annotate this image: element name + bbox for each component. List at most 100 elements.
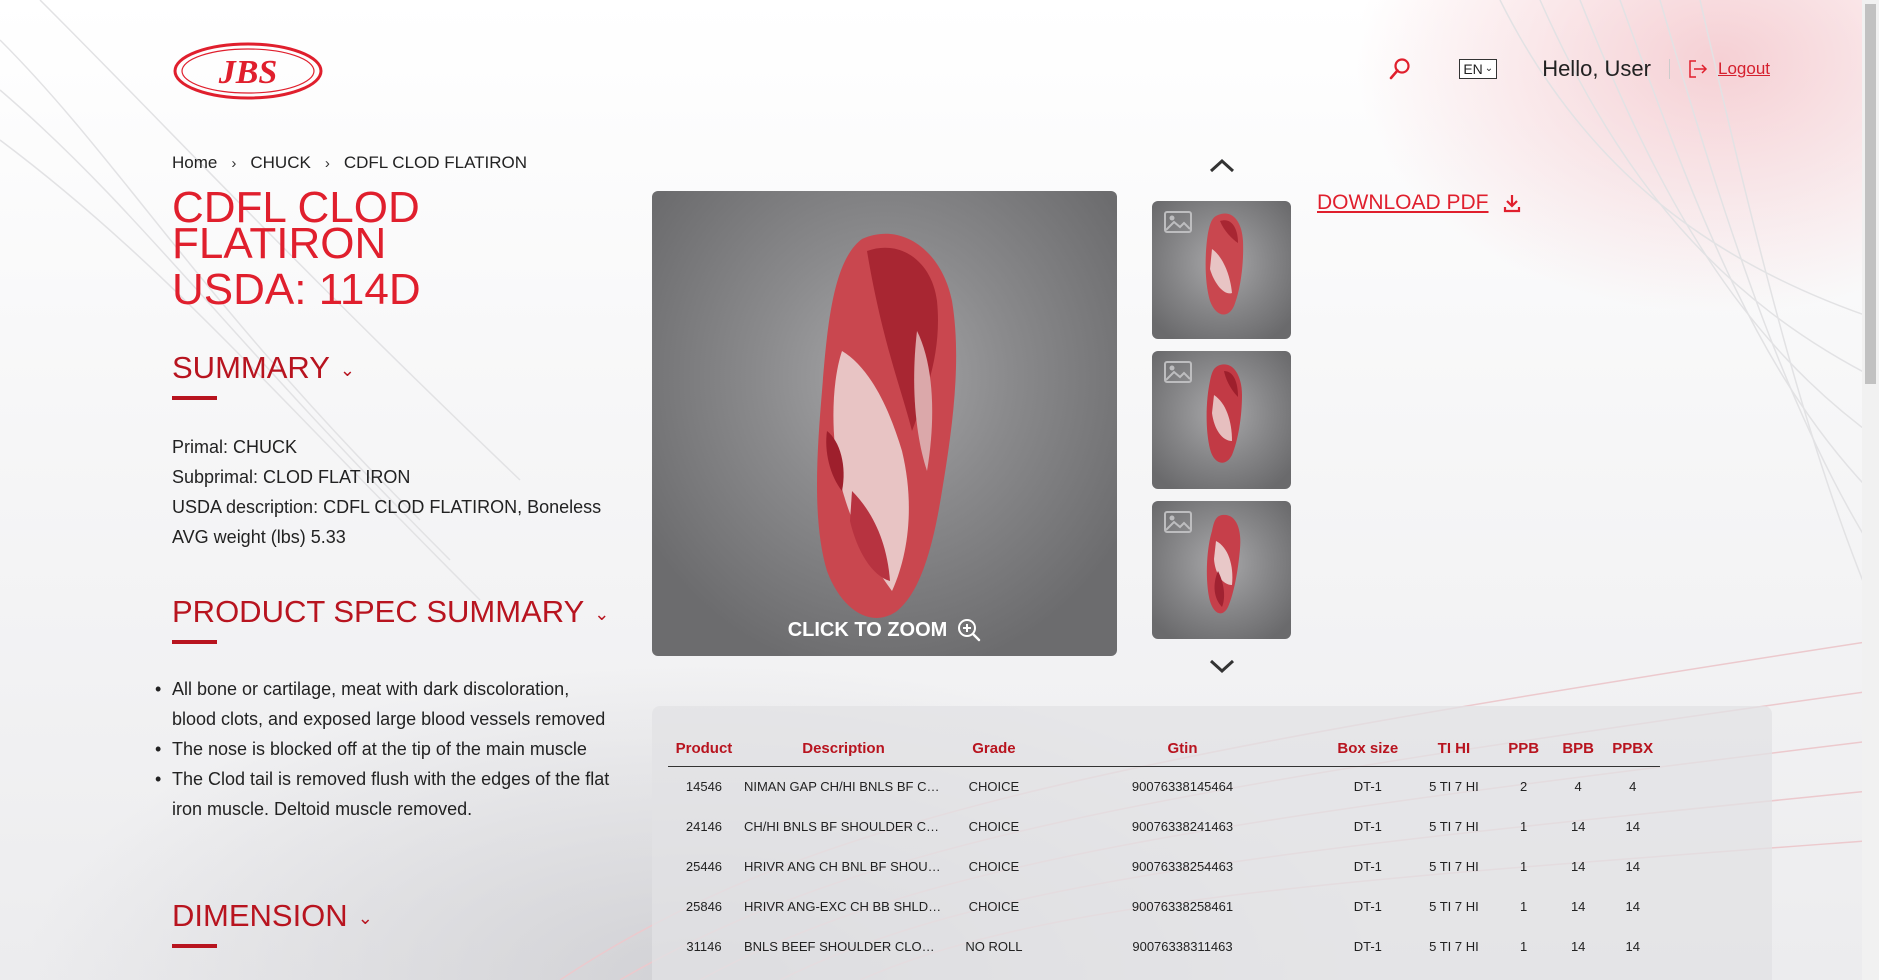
image-icon — [1164, 511, 1192, 533]
column-header-description: Description — [739, 732, 948, 767]
header-divider — [1669, 59, 1670, 79]
summary-heading: SUMMARY — [172, 350, 330, 385]
cell-ppbx: 4 — [1629, 778, 1637, 794]
thumbnail-2[interactable] — [1152, 351, 1291, 489]
logo-text: JBS — [218, 54, 278, 91]
cell-grade: CHOICE — [968, 818, 1020, 834]
summary-toggle[interactable]: SUMMARY ⌄ — [172, 350, 355, 386]
cell-product: 31146 — [686, 938, 722, 954]
breadcrumb-chuck[interactable]: CHUCK — [250, 153, 310, 173]
user-greeting: Hello, User — [1542, 56, 1651, 81]
page-title: CDFL CLOD FLATIRON USDA: 114D — [172, 186, 592, 312]
dimension-heading: DIMENSION — [172, 898, 348, 933]
cell-gtin: 90076338258461 — [1131, 898, 1234, 914]
spec-item: The nose is blocked off at the tip of th… — [155, 734, 612, 764]
spec-summary-list: All bone or cartilage, meat with dark di… — [155, 674, 612, 824]
click-to-zoom[interactable]: CLICK TO ZOOM — [652, 618, 1117, 642]
cell-gtin: 90076338145464 — [1131, 778, 1234, 794]
cell-ti-hi: 5 TI 7 HI — [1429, 778, 1479, 794]
thumbnail-3[interactable] — [1152, 501, 1291, 639]
summary-usda-description: USDA description: CDFL CLOD FLATIRON, Bo… — [172, 497, 602, 517]
scrollbar-thumb[interactable] — [1865, 4, 1876, 384]
cell-description: CH/HI BNLS BF SHOULDER CLOD (T... — [743, 818, 947, 834]
spec-item: The Clod tail is removed flush with the … — [155, 764, 612, 824]
cell-product: 25846 — [685, 898, 723, 914]
thumbnails-up-button[interactable] — [1205, 155, 1239, 175]
spec-summary-toggle[interactable]: PRODUCT SPEC SUMMARY ⌄ — [172, 594, 609, 630]
cell-product: 14546 — [685, 778, 723, 794]
logout-label: Logout — [1718, 59, 1770, 78]
image-icon — [1164, 211, 1192, 233]
cell-ppbx: 14 — [1625, 938, 1640, 954]
cell-product: 24146 — [685, 818, 723, 834]
chevron-right-icon: › — [231, 154, 237, 172]
language-value: EN — [1463, 61, 1483, 77]
cell-description: HRIVR ANG CH BNL BF SHOULD CLD... — [743, 858, 947, 874]
cell-bpb: 14 — [1570, 898, 1586, 914]
column-header-box-size: Box size — [1324, 732, 1412, 767]
cell-grade: CHOICE — [968, 778, 1020, 794]
cell-grade: CHOICE — [968, 898, 1020, 914]
cell-grade: NO ROLL — [965, 938, 1023, 954]
table-row[interactable]: 24146 CH/HI BNLS BF SHOULDER CLOD (T... … — [668, 806, 1660, 846]
page-scrollbar[interactable] — [1862, 0, 1879, 980]
cell-ti-hi: 5 TI 7 HI — [1429, 818, 1479, 834]
table-row[interactable]: 25846 HRIVR ANG-EXC CH BB SHLDR CLOD... … — [668, 886, 1660, 926]
cell-ti-hi: 5 TI 7 HI — [1429, 938, 1479, 954]
cell-bpb: 4 — [1574, 778, 1582, 794]
cell-ppb: 1 — [1520, 898, 1528, 914]
dimension-toggle[interactable]: DIMENSION ⌄ — [172, 898, 373, 934]
table-row[interactable]: 31146 BNLS BEEF SHOULDER CLOD (TOP B... … — [668, 926, 1660, 966]
cell-ppbx: 14 — [1625, 818, 1640, 834]
cell-bpb: 14 — [1570, 818, 1586, 834]
cell-product: 25446 — [685, 858, 723, 874]
cell-gtin: 90076338311463 — [1132, 938, 1233, 954]
jbs-logo-mark: JBS — [173, 42, 323, 100]
summary-avg-weight: AVG weight (lbs) 5.33 — [172, 527, 346, 547]
product-table: Product Description Grade Gtin Box size … — [668, 732, 1660, 966]
column-header-ppbx: PPBX — [1605, 732, 1660, 767]
download-icon — [1503, 195, 1520, 213]
cell-ppbx: 14 — [1625, 858, 1640, 874]
table-row[interactable]: 14546 NIMAN GAP CH/HI BNLS BF CHUCK... C… — [668, 766, 1660, 806]
column-header-ppb: PPB — [1496, 732, 1551, 767]
search-button[interactable] — [1385, 54, 1415, 84]
logout-link[interactable]: Logout — [1688, 59, 1770, 79]
search-icon — [1390, 58, 1410, 80]
chevron-down-icon: ⌄ — [1484, 63, 1494, 74]
logout-icon — [1689, 60, 1708, 78]
chevron-down-icon: ⌄ — [357, 907, 373, 928]
dimension-underline — [172, 944, 217, 948]
thumbnails-down-button[interactable] — [1205, 657, 1239, 677]
main-product-image[interactable]: CLICK TO ZOOM — [652, 191, 1117, 656]
chevron-right-icon: › — [324, 154, 330, 172]
image-icon — [1164, 361, 1192, 383]
language-select[interactable]: EN ⌄ — [1459, 59, 1498, 79]
cell-box-size: DT-1 — [1353, 858, 1382, 874]
cell-ppb: 2 — [1520, 778, 1528, 794]
cell-box-size: DT-1 — [1353, 818, 1382, 834]
cell-box-size: DT-1 — [1353, 898, 1382, 914]
spec-summary-underline — [172, 640, 217, 644]
cell-ppbx: 14 — [1625, 898, 1640, 914]
breadcrumb-home[interactable]: Home — [172, 153, 217, 173]
jbs-logo[interactable]: JBS — [172, 40, 324, 102]
summary-underline — [172, 396, 217, 400]
table-header-row: Product Description Grade Gtin Box size … — [668, 732, 1660, 767]
cell-ti-hi: 5 TI 7 HI — [1429, 858, 1479, 874]
cell-gtin: 90076338241463 — [1131, 818, 1234, 834]
product-table-panel: Product Description Grade Gtin Box size … — [652, 706, 1772, 980]
breadcrumb: Home › CHUCK › CDFL CLOD FLATIRON — [172, 153, 527, 173]
cell-gtin: 90076338254463 — [1131, 858, 1234, 874]
column-header-bpb: BPB — [1550, 732, 1606, 767]
cell-grade: CHOICE — [968, 858, 1020, 874]
table-row[interactable]: 25446 HRIVR ANG CH BNL BF SHOULD CLD... … — [668, 846, 1660, 886]
column-header-ti-hi: TI HI — [1411, 732, 1497, 767]
meat-cut-image — [817, 233, 957, 618]
thumbnail-1[interactable] — [1152, 201, 1291, 339]
spec-item: All bone or cartilage, meat with dark di… — [155, 674, 612, 734]
cell-ppb: 1 — [1520, 818, 1528, 834]
zoom-label-text: CLICK TO ZOOM — [787, 618, 948, 641]
summary-list: Primal: CHUCK Subprimal: CLOD FLAT IRON … — [172, 432, 601, 552]
download-pdf-link[interactable]: DOWNLOAD PDF — [1317, 191, 1521, 215]
